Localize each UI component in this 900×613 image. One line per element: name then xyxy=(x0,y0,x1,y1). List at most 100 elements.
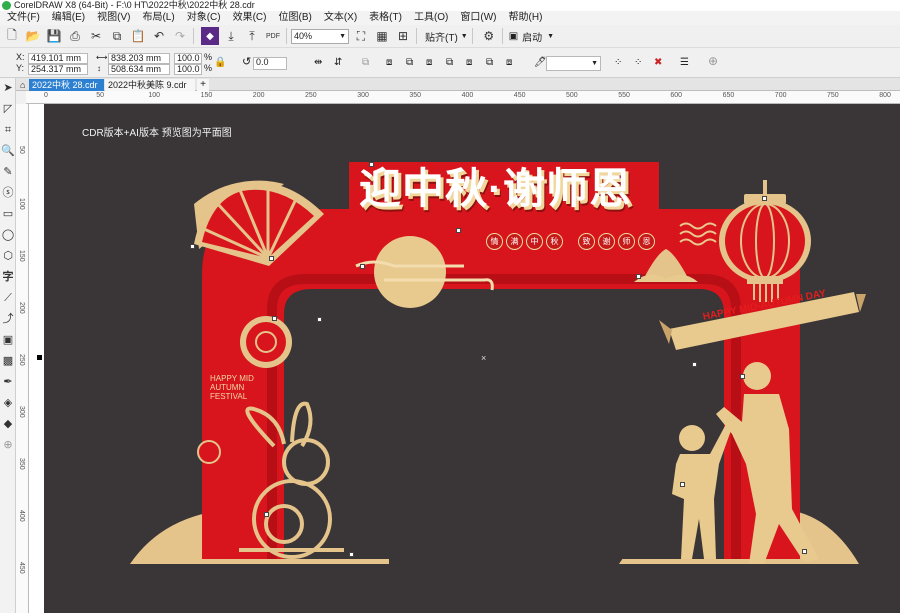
node-handle[interactable] xyxy=(636,274,641,279)
height-field[interactable]: 508.634 mm xyxy=(108,64,170,75)
snap-to-dropdown[interactable]: 贴齐(T) ▼ xyxy=(425,29,468,44)
mirror-vertical-icon[interactable]: ⇵ xyxy=(334,57,342,68)
menu-effects[interactable]: 效果(C) xyxy=(226,11,272,25)
show-rulers-icon[interactable]: ▦ xyxy=(373,27,391,45)
parallel-dimension-icon[interactable]: ⟋ xyxy=(0,288,16,309)
show-grid-icon[interactable]: ⊞ xyxy=(394,27,412,45)
copy-icon[interactable]: ⧉ xyxy=(108,27,126,45)
menu-edit[interactable]: 编辑(E) xyxy=(45,11,90,25)
smart-fill-icon[interactable]: ◆ xyxy=(0,414,16,435)
menu-text[interactable]: 文本(X) xyxy=(317,11,362,25)
horizontal-ruler[interactable]: 0 50 100 150 200 250 300 350 400 450 500 550 600 650 7… xyxy=(26,91,900,104)
interactive-fill-icon[interactable]: ◈ xyxy=(0,393,16,414)
pick-tool-icon[interactable]: ➤ xyxy=(0,78,16,99)
zoom-level-select[interactable]: 40% ▼ xyxy=(291,28,349,44)
freehand-tool-icon[interactable]: ✎ xyxy=(0,162,16,183)
polygon-tool-icon[interactable]: ⬡ xyxy=(0,246,16,267)
menu-bitmaps[interactable]: 位图(B) xyxy=(271,11,316,25)
menu-file[interactable]: 文件(F) xyxy=(0,11,45,25)
node-handle[interactable] xyxy=(269,256,274,261)
menu-layout[interactable]: 布局(L) xyxy=(135,11,179,25)
text-tool-icon[interactable]: 字 xyxy=(0,267,16,288)
import-icon[interactable]: ⤓ xyxy=(222,27,240,45)
add-tool-icon[interactable]: ⊕ xyxy=(0,435,16,456)
x-position-field[interactable]: 419.101 mm xyxy=(28,53,88,64)
back-minus-front-icon[interactable]: ⧉ xyxy=(486,57,493,68)
node-handle[interactable] xyxy=(190,244,195,249)
menu-object[interactable]: 对象(C) xyxy=(180,11,226,25)
quick-customize-icon[interactable]: ⁘ xyxy=(634,57,642,68)
node-handle[interactable] xyxy=(680,482,685,487)
drop-shadow-icon[interactable]: ▣ xyxy=(0,330,16,351)
align-icon[interactable]: ☰ xyxy=(680,57,689,68)
export-icon[interactable]: ⤒ xyxy=(243,27,261,45)
color-eyedropper-icon[interactable]: ✒ xyxy=(0,372,16,393)
add-icon[interactable]: ⊕ xyxy=(708,55,718,67)
node-handle[interactable] xyxy=(802,549,807,554)
paste-icon[interactable]: 📋 xyxy=(129,27,147,45)
vertical-ruler[interactable]: 50100150200250300350400450500 xyxy=(16,104,29,613)
save-icon[interactable]: 💾 xyxy=(45,27,63,45)
launch-dropdown[interactable]: ▣ 启动 ▼ xyxy=(509,29,554,44)
node-handle[interactable] xyxy=(349,552,354,557)
node-handle[interactable] xyxy=(762,196,767,201)
remove-icon[interactable]: ✖ xyxy=(654,57,662,68)
title-bar: CorelDRAW X8 (64-Bit) - F:\0 HT\2022中秋\2… xyxy=(0,0,900,11)
cut-icon[interactable]: ✂ xyxy=(87,27,105,45)
width-field[interactable]: 838.203 mm xyxy=(108,53,170,64)
print-icon[interactable]: ⎙ xyxy=(66,27,84,45)
rotation-angle-field[interactable]: 0.0 xyxy=(253,57,287,70)
node-handle[interactable] xyxy=(740,374,745,379)
intersect-icon[interactable]: ⧈ xyxy=(426,57,432,68)
node-handle[interactable] xyxy=(692,362,697,367)
connector-tool-icon[interactable]: ⤴ xyxy=(0,309,16,330)
drawing-canvas[interactable]: CDR版本+AI版本 预览图为平面图 迎中秋·谢师恩 情 满 中 秋 致 谢 师… xyxy=(44,104,900,613)
simplify-icon[interactable]: ⧉ xyxy=(446,57,453,68)
ruler-tick-label: 100 xyxy=(18,198,25,210)
open-folder-icon[interactable]: 📂 xyxy=(24,27,42,45)
crop-tool-icon[interactable]: ⌗ xyxy=(0,120,16,141)
ellipse-tool-icon[interactable]: ◯ xyxy=(0,225,16,246)
publish-pdf-icon[interactable]: PDF xyxy=(264,27,282,45)
y-position-field[interactable]: 254.317 mm xyxy=(28,64,88,75)
tab-2022-28[interactable]: 2022中秋 28.cdr xyxy=(29,79,104,91)
menu-table[interactable]: 表格(T) xyxy=(362,11,407,25)
undo-icon[interactable]: ↶ xyxy=(150,27,168,45)
add-tab-icon[interactable]: + xyxy=(197,79,209,91)
rectangle-tool-icon[interactable]: ▭ xyxy=(0,204,16,225)
redo-icon[interactable]: ↷ xyxy=(171,27,189,45)
menu-tools[interactable]: 工具(O) xyxy=(407,11,453,25)
node-handle[interactable] xyxy=(272,316,277,321)
create-boundary-icon[interactable]: ⧈ xyxy=(506,57,512,68)
options-gear-icon[interactable]: ⚙ xyxy=(480,27,498,45)
wrap-text-icon[interactable]: ⁘ xyxy=(614,57,622,68)
menu-help[interactable]: 帮助(H) xyxy=(502,11,548,25)
menu-view[interactable]: 视图(V) xyxy=(90,11,135,25)
transparency-tool-icon[interactable]: ▩ xyxy=(0,351,16,372)
node-handle[interactable] xyxy=(317,317,322,322)
scale-y-field[interactable]: 100.0 xyxy=(174,64,202,75)
lock-ratio-icon[interactable]: 🔒 xyxy=(214,57,226,68)
selection-center-marker[interactable]: × xyxy=(481,353,486,363)
node-handle[interactable] xyxy=(369,162,374,167)
tab-2022-meichen-9[interactable]: 2022中秋美陈 9.cdr xyxy=(105,79,195,91)
page-anchor-handle[interactable] xyxy=(37,355,42,360)
group-icon[interactable]: ⧉ xyxy=(362,57,369,68)
home-icon[interactable]: ⌂ xyxy=(17,79,29,91)
full-screen-icon[interactable]: ⛶ xyxy=(352,27,370,45)
node-handle[interactable] xyxy=(264,512,269,517)
mirror-horizontal-icon[interactable]: ⇹ xyxy=(314,57,322,68)
artistic-media-icon[interactable]: ⓢ xyxy=(0,183,16,204)
front-minus-back-icon[interactable]: ⧈ xyxy=(466,57,472,68)
zoom-tool-icon[interactable]: 🔍 xyxy=(0,141,16,162)
outline-width-select[interactable]: ▼ xyxy=(546,56,601,71)
weld-icon[interactable]: ⧈ xyxy=(386,57,392,68)
scale-x-field[interactable]: 100.0 xyxy=(174,53,202,64)
node-handle[interactable] xyxy=(456,228,461,233)
trim-icon[interactable]: ⧉ xyxy=(406,57,413,68)
menu-window[interactable]: 窗口(W) xyxy=(453,11,501,25)
shape-tool-icon[interactable]: ◸ xyxy=(0,99,16,120)
node-handle[interactable] xyxy=(360,264,365,269)
new-document-icon[interactable]: 🗋 xyxy=(3,27,21,45)
search-content-icon[interactable]: ◆ xyxy=(201,27,219,45)
